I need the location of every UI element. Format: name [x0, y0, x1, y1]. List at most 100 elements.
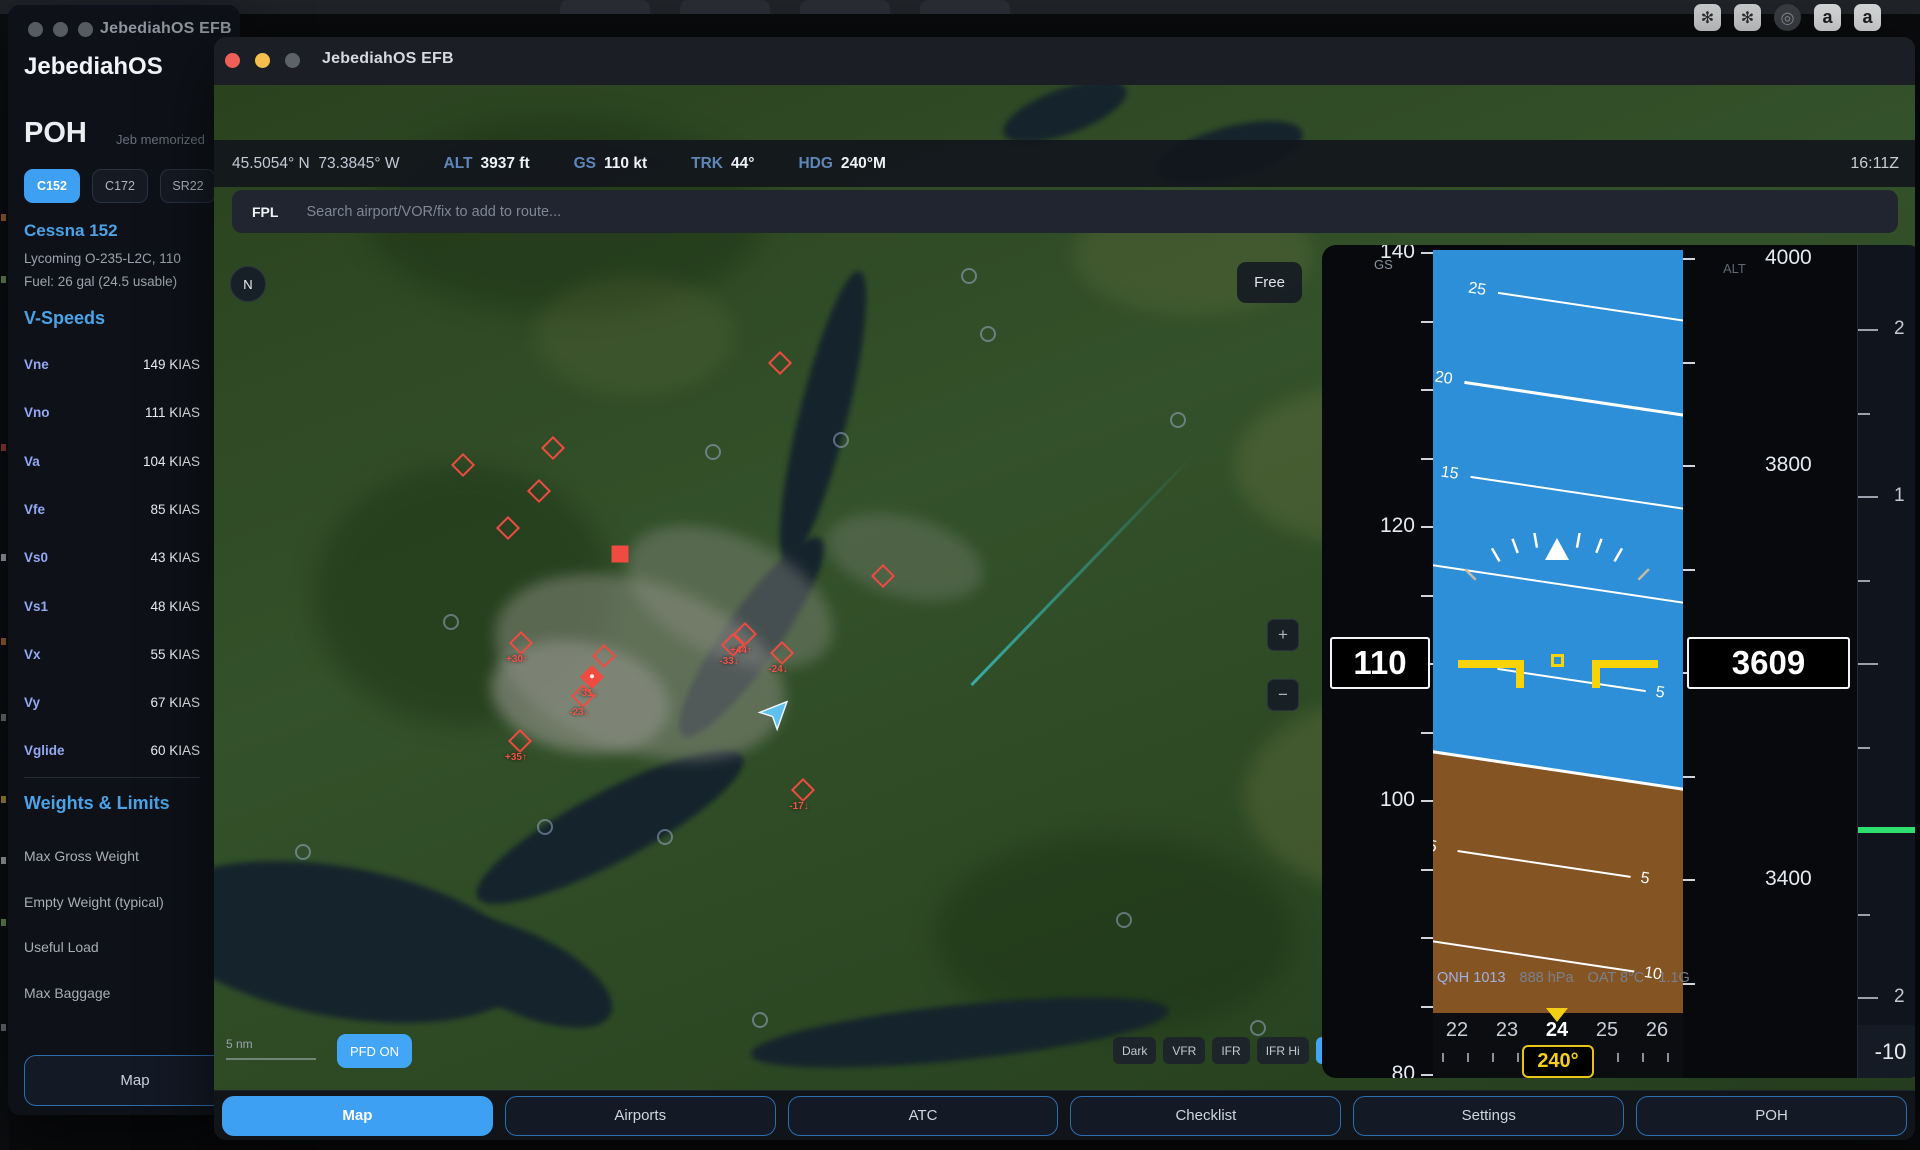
vertical-speed-tape: -10 212 — [1857, 245, 1915, 1078]
zoom-button[interactable] — [78, 22, 93, 37]
vertical-speed-marker — [1858, 827, 1915, 833]
airport-marker — [537, 819, 553, 835]
vs-tick-label: 2 — [1894, 986, 1905, 1008]
traffic-label: +30↑ — [506, 654, 528, 665]
vspeeds-heading: V-Speeds — [24, 308, 105, 329]
map-layer-buttons: DarkVFRIFRIFR HiSAT — [1113, 1037, 1356, 1064]
zoom-out-button[interactable]: − — [1267, 679, 1299, 711]
airport-marker — [295, 844, 311, 860]
status-value: 44° — [731, 155, 754, 173]
close-button[interactable] — [225, 53, 240, 68]
heading-tick — [1517, 1053, 1519, 1062]
route-search-input[interactable] — [304, 203, 1898, 221]
nav-tab-map[interactable]: Map — [222, 1096, 493, 1136]
vspeed-row: Vx55 KIAS — [24, 647, 200, 662]
traffic-marker — [541, 436, 565, 460]
airspeed-tick — [1421, 869, 1433, 871]
airport-marker — [1170, 412, 1186, 428]
vspeed-label: Vx — [24, 647, 41, 662]
zoom-in-button[interactable]: + — [1267, 619, 1299, 651]
nav-tab-settings[interactable]: Settings — [1353, 1096, 1624, 1136]
camera-mode-button[interactable]: Free — [1237, 262, 1302, 303]
window-title: JebediahOS EFB — [322, 50, 454, 68]
aircraft-tab-c172[interactable]: C172 — [92, 169, 148, 203]
heading-number: 22 — [1446, 1019, 1468, 1042]
aircraft-tab-c152[interactable]: C152 — [24, 169, 80, 203]
nav-tab-atc[interactable]: ATC — [788, 1096, 1059, 1136]
poh-map-button[interactable]: Map — [24, 1055, 240, 1106]
traffic-label: -24↓ — [768, 664, 787, 675]
airspeed-tick — [1421, 800, 1433, 802]
heading-tick — [1642, 1053, 1644, 1062]
app-name: JebediahOS — [24, 53, 163, 81]
oat-value: OAT 8°C — [1588, 970, 1645, 986]
window-title: JebediahOS EFB — [100, 20, 232, 38]
vspeed-row: Vs148 KIAS — [24, 599, 200, 614]
traffic-marker — [768, 351, 792, 375]
amazon-icon: a — [1814, 4, 1841, 31]
vs-tick-label: 1 — [1894, 485, 1905, 507]
traffic-label: -33↓ — [719, 656, 738, 667]
minimize-button[interactable] — [255, 53, 270, 68]
nav-tab-airports[interactable]: Airports — [505, 1096, 776, 1136]
airport-marker — [961, 268, 977, 284]
qnh-value: QNH 1013 — [1437, 970, 1506, 986]
airspeed-tick — [1421, 937, 1433, 939]
map-scale-bar — [226, 1058, 316, 1060]
vs-tick — [1858, 747, 1870, 749]
aircraft-engine: Lycoming O-235-L2C, 110 — [24, 251, 181, 266]
minimize-button[interactable] — [53, 22, 68, 37]
compass-north-button[interactable]: N — [230, 266, 266, 302]
vs-tick — [1858, 580, 1870, 582]
weight-row: Max Gross Weight — [24, 848, 139, 864]
airspeed-tick — [1421, 458, 1433, 460]
traffic-marker — [612, 546, 629, 563]
airport-marker — [980, 326, 996, 342]
status-item-trk: TRK44° — [691, 155, 754, 173]
heading-tick — [1617, 1053, 1619, 1062]
vspeed-value: 104 KIAS — [143, 454, 200, 469]
layer-button-ifr-hi[interactable]: IFR Hi — [1257, 1037, 1309, 1064]
vs-tick — [1858, 496, 1878, 498]
vspeed-label: Vs1 — [24, 599, 48, 614]
airspeed-tick — [1421, 732, 1433, 734]
heading-tick — [1492, 1053, 1494, 1062]
vs-tick — [1858, 413, 1870, 415]
aircraft-tab-sr22[interactable]: SR22 — [160, 169, 216, 203]
aircraft-fuel: Fuel: 26 gal (24.5 usable) — [24, 274, 177, 289]
openai-icon: ✻ — [1734, 4, 1761, 31]
gps-coordinates: 45.5054° N 73.3845° W — [232, 155, 400, 173]
vspeed-label: Va — [24, 454, 40, 469]
openai-icon: ✻ — [1694, 4, 1721, 31]
poh-window: JebediahOS EFB JebediahOS POH Jeb memori… — [8, 5, 240, 1115]
weights-heading: Weights & Limits — [24, 793, 170, 814]
vspeed-label: Vno — [24, 405, 50, 420]
status-value: 110 kt — [604, 155, 647, 173]
nav-tab-checklist[interactable]: Checklist — [1070, 1096, 1341, 1136]
status-label: ALT — [444, 155, 473, 173]
nav-tab-poh[interactable]: POH — [1636, 1096, 1907, 1136]
close-button[interactable] — [28, 22, 43, 37]
traffic-label: -17↓ — [789, 801, 808, 812]
traffic-label: -23↓ — [569, 707, 588, 718]
fpl-label: FPL — [252, 204, 278, 220]
roll-scale — [1433, 250, 1683, 1013]
flight-data-readouts: ALT3937 ftGS110 ktTRK44°HDG240°M — [400, 155, 886, 173]
layer-button-ifr[interactable]: IFR — [1212, 1037, 1249, 1064]
pfd-data-row: QNH 1013 888 hPa OAT 8°C 1.1G — [1437, 970, 1687, 986]
status-item-gs: GS110 kt — [574, 155, 648, 173]
airspeed-readout: 110 — [1330, 637, 1430, 689]
vspeed-row: Va 104 KIAS — [24, 454, 200, 469]
airport-marker — [752, 1012, 768, 1028]
altitude-tick — [1683, 879, 1695, 881]
layer-button-vfr[interactable]: VFR — [1163, 1037, 1205, 1064]
layer-button-dark[interactable]: Dark — [1113, 1037, 1156, 1064]
altitude-tick — [1683, 776, 1695, 778]
vspeed-label: Vfe — [24, 502, 45, 517]
airport-marker — [833, 432, 849, 448]
altitude-tick-label: 4000 — [1765, 246, 1812, 270]
pfd-toggle-button[interactable]: PFD ON — [337, 1034, 412, 1068]
zoom-button[interactable] — [285, 53, 300, 68]
vspeed-value: 149 KIAS — [143, 357, 200, 372]
heading-number: 23 — [1496, 1019, 1518, 1042]
